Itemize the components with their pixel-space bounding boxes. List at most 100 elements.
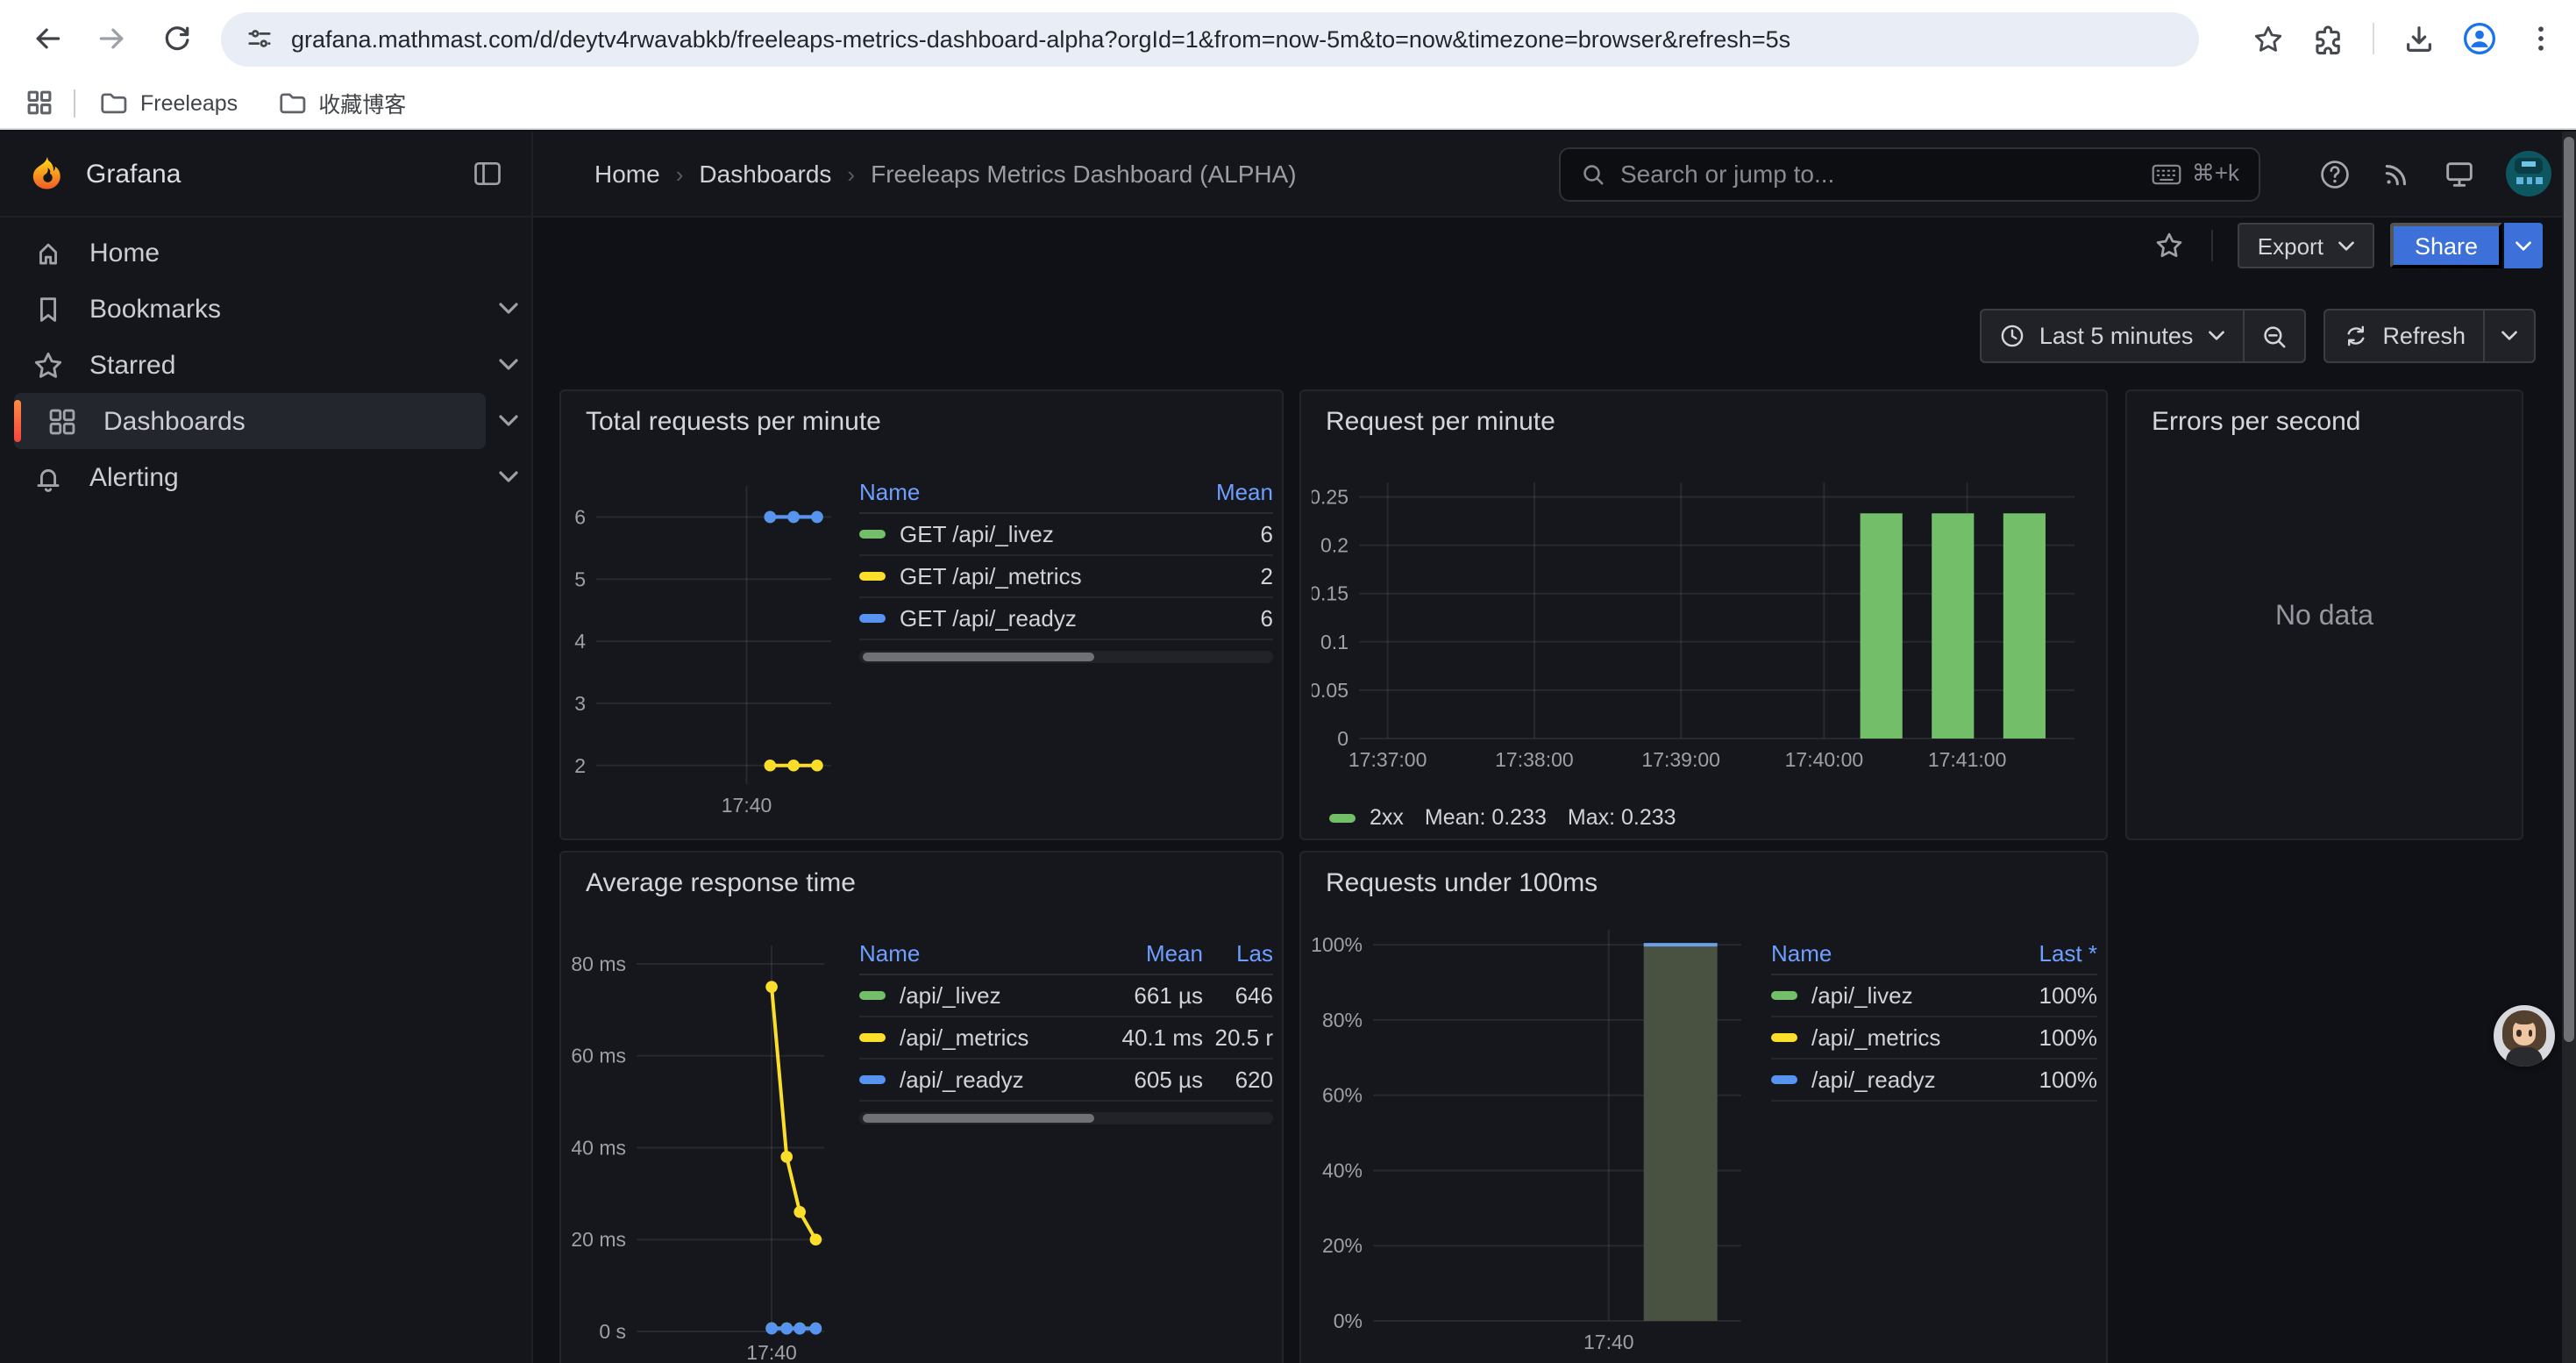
breadcrumb-item[interactable]: Dashboards: [699, 160, 831, 188]
extensions-icon[interactable]: [2311, 21, 2346, 56]
legend-row[interactable]: GET /api/_metrics2: [859, 556, 1273, 598]
bookmark-star-icon[interactable]: [2250, 21, 2285, 56]
legend-row[interactable]: GET /api/_readyz6: [859, 598, 1273, 640]
series-value: 100%: [2003, 1024, 2097, 1051]
bar-chart[interactable]: 0.250.20.150.10.05017:37:0017:38:0017:39…: [1312, 482, 2089, 777]
legend-column-header[interactable]: Name: [1771, 940, 2003, 967]
timeseries-chart[interactable]: 80 ms60 ms40 ms20 ms0 s17:40: [572, 946, 838, 1363]
legend-column-header[interactable]: Mean: [1185, 479, 1273, 505]
refresh-interval-picker[interactable]: [2483, 310, 2534, 361]
scrollbar-thumb[interactable]: [2564, 137, 2574, 1042]
legend-column-header[interactable]: Las: [1203, 940, 1273, 967]
time-controls: Last 5 minutes Refresh: [1980, 309, 2536, 363]
legend-row[interactable]: /api/_livez661 µs646: [859, 975, 1273, 1017]
forward-icon[interactable]: [93, 19, 132, 58]
legend-column-header[interactable]: Name: [859, 940, 1094, 967]
browser-menu-icon[interactable]: [2523, 21, 2558, 56]
share-menu-button[interactable]: [2504, 223, 2543, 268]
sidebar-item-starred[interactable]: Starred: [14, 337, 531, 393]
monitor-icon[interactable]: [2443, 157, 2476, 190]
sidebar-nav: Home BookmarksStarred Dashboards Alerting: [0, 218, 533, 1363]
export-button[interactable]: Export: [2238, 223, 2374, 268]
sidebar-item-home[interactable]: Home: [14, 225, 531, 281]
panel-title[interactable]: Request per minute: [1301, 391, 2106, 437]
sidebar-item-label: Home: [89, 238, 160, 268]
series-value: 100%: [2003, 1067, 2097, 1093]
address-bar[interactable]: grafana.mathmast.com/d/deytv4rwavabkb/fr…: [221, 11, 2199, 66]
grafana-header: Grafana Home›Dashboards›Freeleaps Metric…: [0, 132, 2576, 218]
site-settings-icon[interactable]: [246, 25, 274, 53]
series-value: 20.5 r: [1203, 1024, 1273, 1051]
zoom-out-button[interactable]: [2242, 310, 2303, 361]
svg-text:0.15: 0.15: [1312, 582, 1348, 605]
panel-title[interactable]: Errors per second: [2127, 391, 2522, 437]
sidebar-item-label: Dashboards: [103, 406, 246, 436]
url-text[interactable]: grafana.mathmast.com/d/deytv4rwavabkb/fr…: [291, 25, 2174, 52]
svg-text:80%: 80%: [1322, 1009, 1363, 1031]
keyboard-icon: [2152, 162, 2181, 185]
actions-separator: [2212, 230, 2214, 261]
back-icon[interactable]: [28, 19, 67, 58]
panel-request-per-minute: Request per minute 0.250.20.150.10.05017…: [1299, 389, 2108, 840]
series-name: GET /api/_readyz: [900, 605, 1077, 632]
chevron-down-icon[interactable]: [486, 302, 531, 316]
panel-title[interactable]: Average response time: [561, 853, 1282, 898]
panel-title[interactable]: Total requests per minute: [561, 391, 1282, 437]
chevron-down-icon[interactable]: [486, 414, 531, 428]
mega-menu-toggle-icon[interactable]: [472, 158, 503, 189]
series-value: 2: [1185, 563, 1273, 589]
share-button[interactable]: Share: [2390, 223, 2502, 268]
floating-assistant-avatar[interactable]: [2494, 1005, 2555, 1067]
page-scrollbar[interactable]: [2562, 132, 2576, 1363]
legend-column-header[interactable]: Last *: [2003, 940, 2097, 967]
refresh-button[interactable]: Refresh: [2324, 310, 2483, 361]
favorite-star-icon[interactable]: [2154, 230, 2186, 261]
sidebar-item-dashboards[interactable]: Dashboards: [14, 393, 531, 449]
bookmark-folder-blogs[interactable]: 收藏博客: [276, 86, 406, 119]
news-rss-icon[interactable]: [2381, 158, 2413, 189]
sidebar-item-bookmarks[interactable]: Bookmarks: [14, 281, 531, 337]
breadcrumb-item[interactable]: Home: [594, 160, 660, 188]
legend-row[interactable]: GET /api/_livez6: [859, 514, 1273, 556]
svg-text:6: 6: [574, 505, 586, 528]
legend-row[interactable]: /api/_metrics40.1 ms20.5 r: [859, 1017, 1273, 1060]
legend-table: NameLast * /api/_livez100%/api/_metrics10…: [1771, 933, 2097, 1102]
search-input[interactable]: Search or jump to... ⌘+k: [1559, 146, 2260, 201]
series-value: 620: [1203, 1067, 1273, 1093]
download-icon[interactable]: [2401, 21, 2436, 56]
series-name: /api/_livez: [900, 982, 1001, 1009]
no-data-message: No data: [2127, 602, 2522, 633]
refresh-group: Refresh: [2323, 309, 2536, 363]
screen: grafana.mathmast.com/d/deytv4rwavabkb/fr…: [0, 0, 2576, 1363]
legend-scrollbar[interactable]: [859, 651, 1273, 663]
bookmark-label: Freeleaps: [140, 90, 238, 115]
timeseries-chart[interactable]: 6543217:40: [572, 486, 845, 823]
chevron-down-icon: [2207, 330, 2224, 342]
legend-row[interactable]: /api/_readyz605 µs620: [859, 1060, 1273, 1102]
time-range-picker[interactable]: Last 5 minutes: [1982, 310, 2243, 361]
chevron-down-icon: [2501, 330, 2518, 342]
grafana-logo[interactable]: [28, 154, 67, 193]
user-avatar[interactable]: [2506, 151, 2551, 196]
chevron-down-icon[interactable]: [486, 358, 531, 372]
legend-2xx[interactable]: 2xx Mean: 0.233 Max: 0.233: [1329, 805, 1697, 830]
panel-title[interactable]: Requests under 100ms: [1301, 853, 2106, 898]
grafana-header-left: Grafana: [0, 132, 533, 216]
reload-icon[interactable]: [158, 19, 196, 58]
legend-scrollbar[interactable]: [859, 1112, 1273, 1124]
bar-chart[interactable]: 100%80%60%40%20%0%17:40: [1312, 930, 1755, 1359]
legend-column-header[interactable]: Mean: [1094, 940, 1203, 967]
series-color-pill: [1771, 1075, 1797, 1084]
toolbar-separator: [2373, 23, 2374, 54]
apps-grid-icon[interactable]: [25, 88, 54, 118]
legend-row[interactable]: /api/_livez100%: [1771, 975, 2097, 1017]
profile-icon[interactable]: [2462, 21, 2497, 56]
chevron-down-icon[interactable]: [486, 470, 531, 484]
bookmark-folder-freeleaps[interactable]: Freeleaps: [98, 88, 238, 118]
legend-row[interactable]: /api/_readyz100%: [1771, 1060, 2097, 1102]
sidebar-item-alerting[interactable]: Alerting: [14, 449, 531, 505]
legend-column-header[interactable]: Name: [859, 479, 1185, 505]
help-icon[interactable]: [2318, 157, 2352, 190]
svg-text:0.05: 0.05: [1312, 679, 1348, 702]
legend-row[interactable]: /api/_metrics100%: [1771, 1017, 2097, 1060]
